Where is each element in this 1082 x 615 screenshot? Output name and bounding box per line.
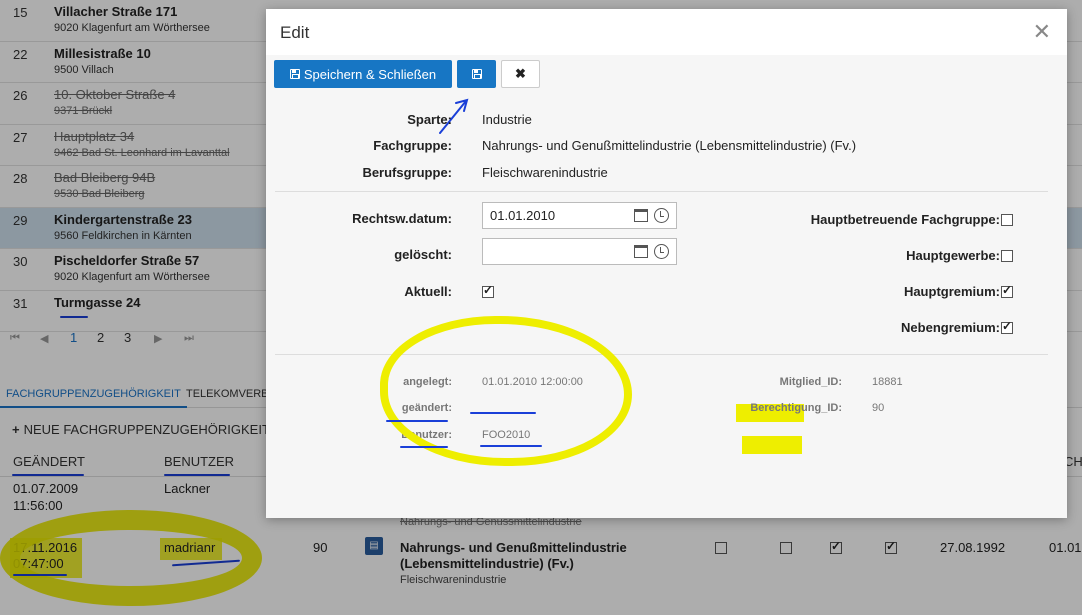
pen-underline: [386, 420, 448, 422]
fachgruppe-label: Fachgruppe:: [373, 138, 452, 153]
berufsgruppe-value: Fleischwarenindustrie: [482, 165, 608, 180]
calendar-icon[interactable]: [634, 209, 648, 222]
save-button[interactable]: [457, 60, 496, 88]
clock-icon[interactable]: [654, 208, 669, 223]
sparte-label: Sparte:: [407, 112, 452, 127]
hauptgewerbe-label: Hauptgewerbe:: [906, 248, 1000, 263]
save-icon: [289, 69, 300, 79]
rechtsw-datum-field[interactable]: 01.01.2010: [482, 202, 677, 229]
highlight-circle: [380, 316, 632, 466]
clock-icon[interactable]: [654, 244, 669, 259]
aktuell-checkbox[interactable]: [482, 283, 494, 298]
fachgruppe-value: Nahrungs- und Genußmittelindustrie (Lebe…: [482, 138, 857, 153]
close-icon: ✖: [515, 66, 526, 81]
hauptgewerbe-checkbox[interactable]: [1001, 250, 1013, 262]
sparte-value: Industrie: [482, 112, 532, 127]
divider: [275, 191, 1048, 192]
berechtigung-id-value: 90: [872, 402, 885, 414]
edit-dialog: Edit ✕ Speichern & Schließen ✖ Sparte: I…: [266, 9, 1067, 518]
hauptbetreuende-checkbox[interactable]: [1001, 214, 1013, 226]
dialog-title: Edit: [280, 23, 310, 42]
save-and-close-button[interactable]: Speichern & Schließen: [274, 60, 452, 88]
nebengremium-checkbox[interactable]: [1001, 319, 1013, 334]
pen-underline: [400, 446, 448, 448]
hauptgremium-checkbox[interactable]: [1001, 283, 1013, 298]
close-icon[interactable]: ✕: [1033, 19, 1051, 45]
rechtsw-datum-label: Rechtsw.datum:: [352, 211, 452, 226]
calendar-icon[interactable]: [634, 245, 648, 258]
highlight-marker: [742, 436, 802, 454]
berufsgruppe-label: Berufsgruppe:: [362, 165, 452, 180]
mitglied-id-label: Mitglied_ID:: [779, 376, 842, 388]
dialog-header: Edit ✕: [266, 9, 1067, 55]
hauptgremium-label: Hauptgremium:: [903, 284, 1000, 299]
hauptbetreuende-label: Hauptbetreuende Fachgruppe:: [810, 212, 1000, 227]
cancel-button[interactable]: ✖: [501, 60, 540, 88]
pen-underline: [470, 412, 536, 414]
save-icon: [471, 69, 482, 79]
geloescht-field[interactable]: [482, 238, 677, 265]
mitglied-id-value: 18881: [872, 376, 903, 388]
save-and-close-label: Speichern & Schließen: [303, 66, 437, 82]
berechtigung-id-label: Berechtigung_ID:: [750, 402, 842, 414]
pen-underline: [480, 445, 542, 447]
rechtsw-datum-value: 01.01.2010: [490, 208, 556, 223]
aktuell-label: Aktuell:: [404, 284, 452, 299]
geloescht-label: gelöscht:: [394, 247, 452, 262]
nebengremium-label: Nebengremium:: [901, 320, 1000, 335]
